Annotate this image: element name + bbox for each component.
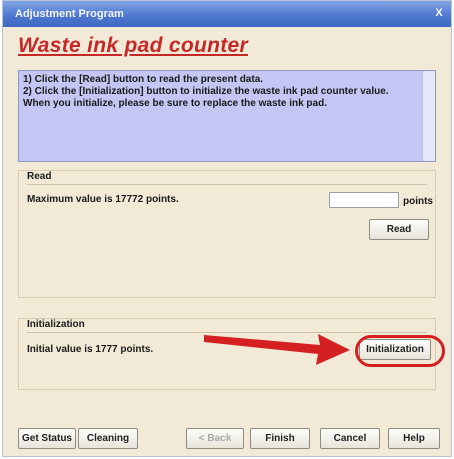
- read-section-divider: [27, 184, 427, 185]
- window-title: Adjustment Program: [15, 8, 124, 20]
- page-heading: Waste ink pad counter: [18, 34, 248, 57]
- highlight-circle-annotation: [355, 335, 445, 367]
- red-arrow-annotation: [204, 334, 350, 365]
- points-unit-label: points: [403, 196, 433, 207]
- read-button[interactable]: Read: [369, 219, 429, 240]
- back-button[interactable]: < Back: [186, 428, 244, 449]
- finish-button[interactable]: Finish: [250, 428, 310, 449]
- help-button[interactable]: Help: [388, 428, 440, 449]
- arrow-shape: [204, 334, 350, 365]
- instructions-box: 1) Click the [Read] button to read the p…: [18, 70, 436, 162]
- points-value-field[interactable]: [329, 192, 399, 208]
- instruction-line-1: 1) Click the [Read] button to read the p…: [23, 74, 264, 85]
- initial-value-text: Initial value is 1777 points.: [27, 344, 154, 355]
- get-status-button[interactable]: Get Status: [18, 428, 76, 449]
- maximum-value-text: Maximum value is 17772 points.: [27, 194, 179, 205]
- read-section: Read Maximum value is 17772 points. poin…: [18, 170, 436, 298]
- instructions-scrollbar[interactable]: [422, 71, 435, 161]
- title-bar: Adjustment Program X: [3, 1, 451, 27]
- cleaning-button[interactable]: Cleaning: [78, 428, 138, 449]
- cancel-button[interactable]: Cancel: [320, 428, 380, 449]
- instruction-line-3: When you initialize, please be sure to r…: [23, 98, 327, 109]
- instruction-line-2: 2) Click the [Initialization] button to …: [23, 86, 389, 97]
- read-section-title: Read: [27, 171, 52, 182]
- close-icon[interactable]: X: [429, 4, 449, 23]
- initialization-section-title: Initialization: [27, 319, 85, 330]
